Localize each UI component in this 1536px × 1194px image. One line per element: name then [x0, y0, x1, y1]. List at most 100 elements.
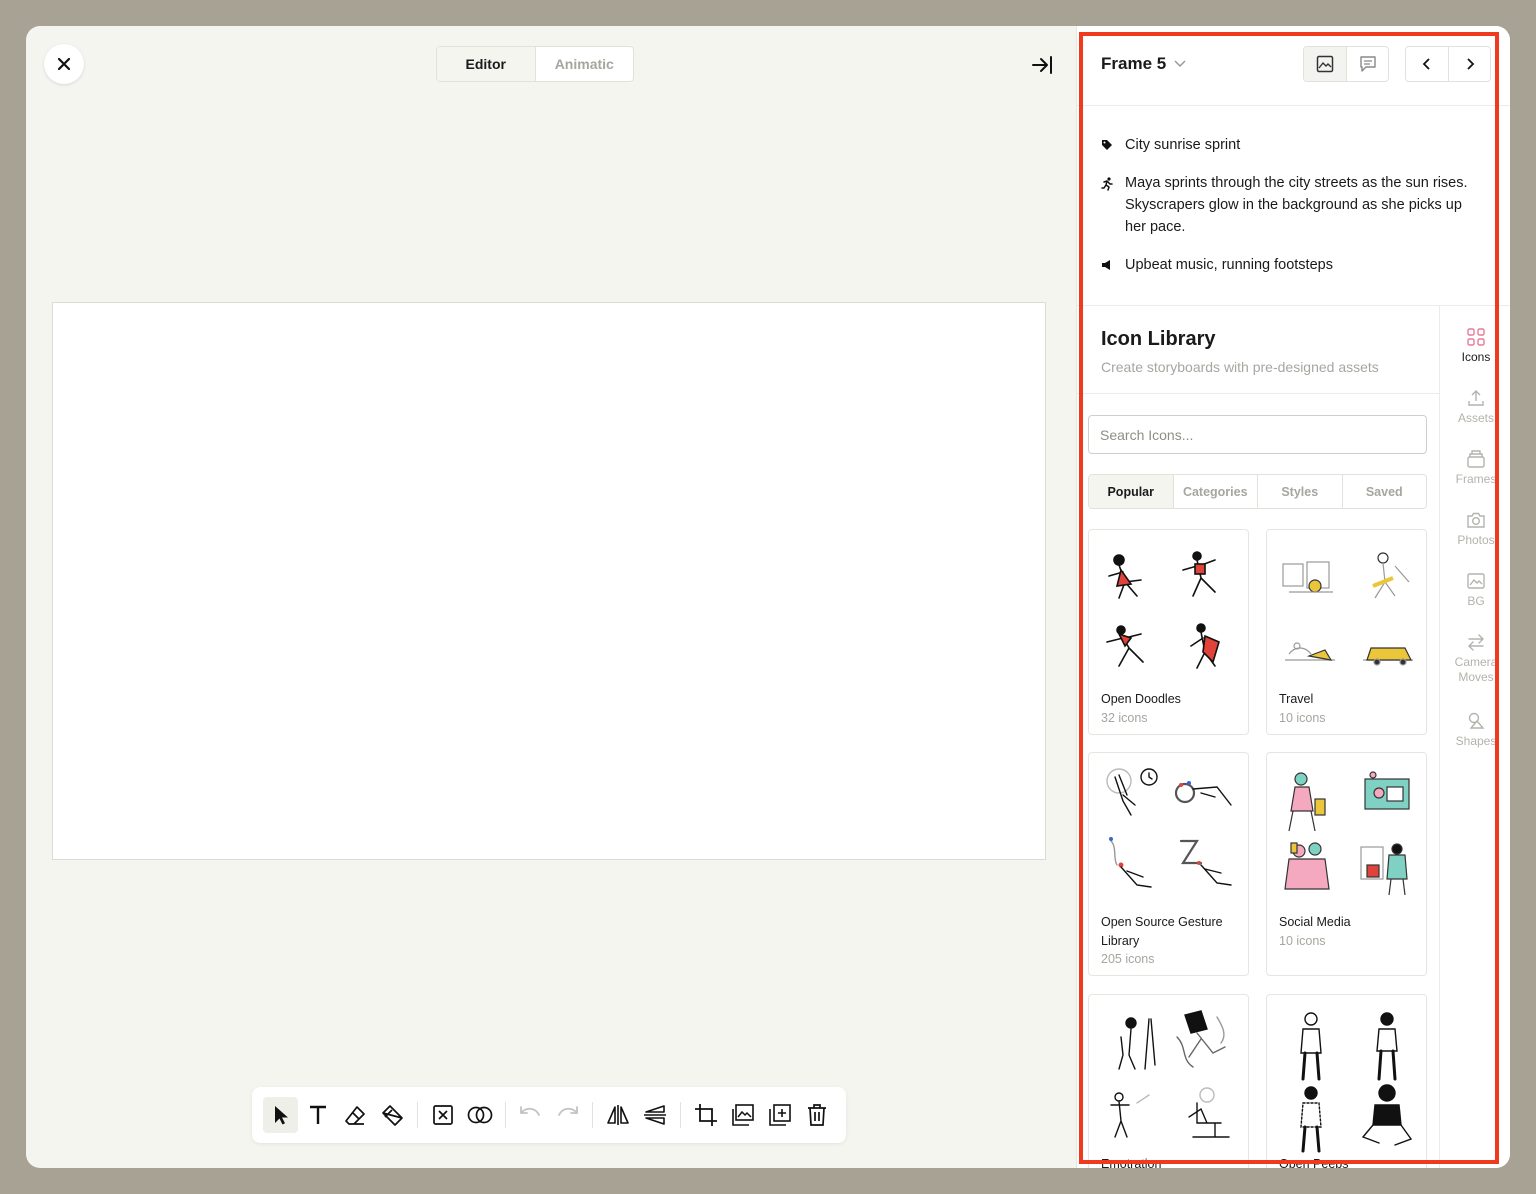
icon-pack-card[interactable]: Open Source Gesture Library 205 icons [1088, 752, 1249, 976]
search-input[interactable] [1088, 415, 1427, 454]
storyboard-canvas[interactable] [52, 302, 1046, 860]
add-frame-tool[interactable] [763, 1097, 798, 1133]
flip-vertical-icon [644, 1105, 667, 1125]
frame-metadata: City sunrise sprint Maya sprints through… [1077, 106, 1510, 306]
card-count: 10 icons [1279, 711, 1326, 725]
rail-label: BG [1467, 594, 1485, 608]
swap-arrows-icon [1468, 634, 1484, 651]
rail-label: Photos [1457, 533, 1495, 547]
previous-frame-button[interactable] [1406, 47, 1448, 81]
running-person-icon [1101, 177, 1113, 191]
card-count: 32 icons [1101, 711, 1148, 725]
card-count: 205 icons [1101, 952, 1155, 966]
card-title: Emotration [1101, 1157, 1162, 1168]
shapes-icon [1468, 712, 1485, 729]
card-title: Travel [1279, 692, 1314, 706]
crop-tool[interactable] [688, 1097, 723, 1133]
image-icon [732, 1104, 754, 1126]
eraser-icon [345, 1106, 366, 1125]
add-square-icon [769, 1104, 791, 1126]
camera-icon [1467, 512, 1485, 528]
frames-stack-icon [1467, 450, 1485, 468]
rail-item-camera-moves[interactable]: Camera Moves [1440, 633, 1510, 685]
comment-view-button[interactable] [1346, 47, 1388, 81]
library-title: Icon Library [1101, 328, 1216, 350]
toolbar-divider [417, 1102, 419, 1128]
collapse-panel-button[interactable] [1028, 52, 1056, 78]
clear-tool[interactable] [425, 1097, 460, 1133]
action-description[interactable]: Maya sprints through the city streets as… [1125, 172, 1486, 238]
travel-preview [1282, 552, 1413, 666]
image-view-button[interactable] [1304, 47, 1346, 81]
rail-label: Shapes [1455, 734, 1497, 748]
rail-item-shapes[interactable]: Shapes [1440, 712, 1510, 749]
chevron-left-icon [1422, 58, 1430, 70]
rail-label: Assets [1457, 411, 1494, 425]
open-doodles-preview [1106, 551, 1220, 669]
rail-item-frames[interactable]: Frames [1440, 450, 1510, 487]
tab-animatic[interactable]: Animatic [536, 47, 634, 81]
speaker-icon [1102, 260, 1110, 270]
frame-title: Frame 5 [1101, 54, 1167, 73]
overlay-tool[interactable] [462, 1097, 497, 1133]
undo-button[interactable] [513, 1097, 548, 1133]
rail-label: Icons [1461, 350, 1491, 364]
background-tool[interactable] [725, 1097, 760, 1133]
gesture-library-preview [1106, 768, 1232, 888]
text-icon [309, 1105, 326, 1124]
rail-label: Frames [1455, 472, 1497, 486]
tab-categories[interactable]: Categories [1172, 475, 1258, 508]
library-header: Icon Library Create storyboards with pre… [1077, 306, 1439, 394]
card-title: Social Media [1279, 915, 1351, 929]
tab-styles[interactable]: Styles [1257, 475, 1342, 508]
toolbar-divider [592, 1102, 594, 1128]
icon-pack-card[interactable]: Travel 10 icons [1266, 529, 1427, 735]
audio-description[interactable]: Upbeat music, running footsteps [1125, 254, 1333, 276]
icon-pack-card[interactable]: Open Doodles 32 icons [1088, 529, 1249, 735]
eraser-tool[interactable] [338, 1097, 373, 1133]
rail-item-photos[interactable]: Photos [1440, 511, 1510, 548]
redo-button[interactable] [550, 1097, 585, 1133]
drawing-toolbar [252, 1087, 846, 1143]
close-button[interactable] [44, 44, 84, 84]
chevron-right-icon [1466, 58, 1474, 70]
chevron-down-icon [1174, 60, 1186, 68]
flip-horizontal-tool[interactable] [600, 1097, 635, 1133]
card-title: Open Peeps [1279, 1157, 1349, 1168]
frame-selector[interactable]: Frame 5 [1101, 54, 1186, 74]
cursor-arrow-icon [274, 1106, 288, 1125]
tag-icon [1102, 140, 1112, 150]
card-title: Open Source Gesture Library [1101, 915, 1223, 948]
icon-pack-card[interactable]: Open Peeps [1266, 994, 1427, 1168]
panel-header: Frame 5 [1077, 26, 1510, 106]
upload-icon [1468, 390, 1484, 406]
rail-item-bg[interactable]: BG [1440, 572, 1510, 609]
flip-vertical-tool[interactable] [638, 1097, 673, 1133]
comment-icon [1359, 56, 1376, 72]
app-window: Editor Animatic Frame 5 City sunrise spr… [26, 26, 1510, 1168]
tab-editor[interactable]: Editor [437, 47, 536, 81]
grid-icon [1467, 328, 1485, 346]
tab-saved[interactable]: Saved [1341, 475, 1427, 508]
fill-tool[interactable] [375, 1097, 410, 1133]
undo-icon [520, 1106, 541, 1116]
delete-tool[interactable] [800, 1097, 835, 1133]
icon-pack-card[interactable]: Social Media 10 icons [1266, 752, 1427, 976]
rail-item-assets[interactable]: Assets [1440, 389, 1510, 426]
crop-icon [694, 1104, 717, 1126]
audio-row: Upbeat music, running footsteps [1101, 254, 1486, 276]
icon-pack-card[interactable]: Emotration [1088, 994, 1249, 1168]
rail-label: Camera Moves [1454, 655, 1498, 684]
select-tool[interactable] [263, 1097, 299, 1133]
mode-switch: Editor Animatic [436, 46, 634, 82]
frame-detail-panel: Frame 5 City sunrise sprint Maya sprints… [1076, 26, 1510, 1168]
card-title: Open Doodles [1101, 692, 1181, 706]
close-icon [57, 57, 71, 71]
tab-popular[interactable]: Popular [1089, 475, 1173, 508]
text-tool[interactable] [300, 1097, 335, 1133]
rail-item-icons[interactable]: Icons [1440, 328, 1510, 365]
view-toggle [1303, 46, 1389, 82]
next-frame-button[interactable] [1448, 47, 1490, 81]
scene-title[interactable]: City sunrise sprint [1125, 134, 1240, 156]
social-media-preview [1284, 771, 1410, 896]
